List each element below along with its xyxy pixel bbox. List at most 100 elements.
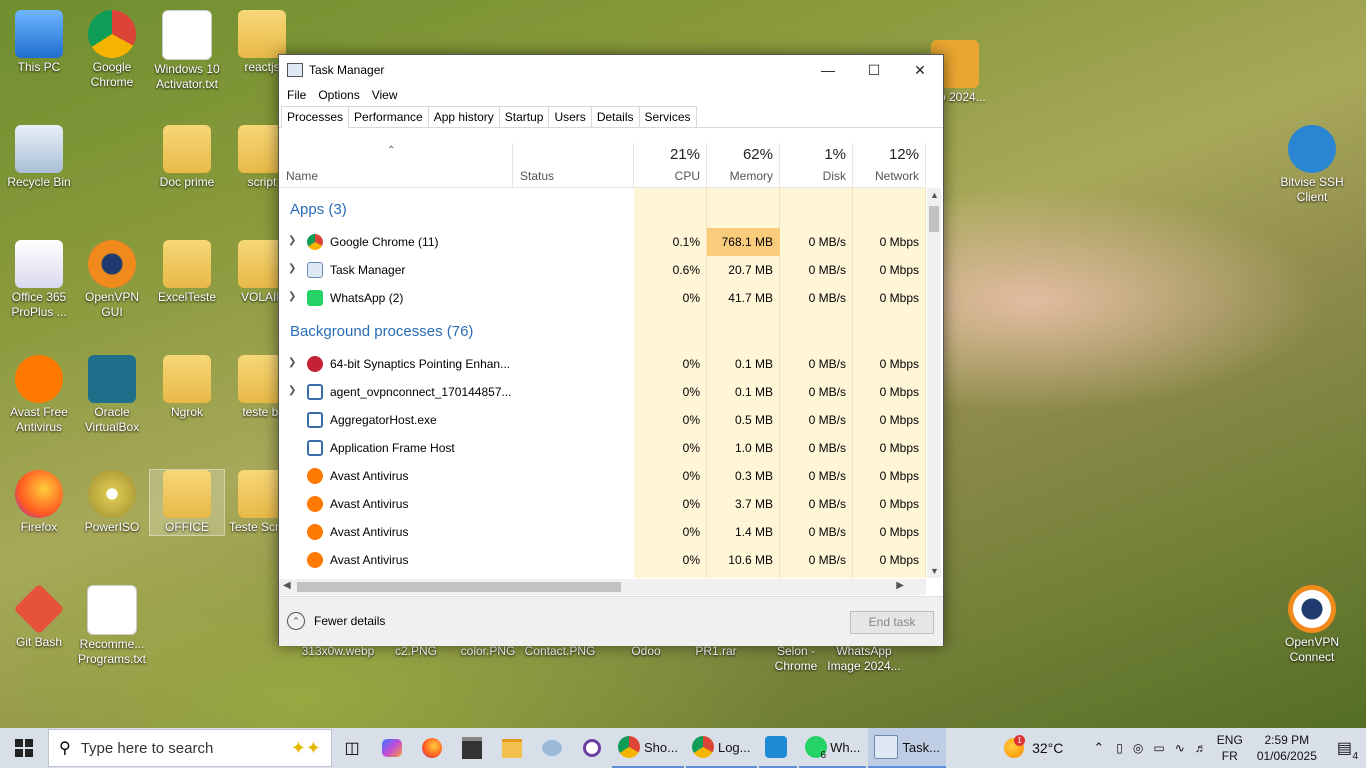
process-row[interactable]: AggregatorHost.exe 0% 0.5 MB 0 MB/s 0 Mbps <box>279 406 926 434</box>
taskbar-search[interactable]: ⚲ Type here to search ✦✦ <box>48 729 332 767</box>
tab-services[interactable]: Services <box>638 106 697 127</box>
expand-chevron-icon[interactable]: ❯ <box>288 385 296 396</box>
process-row[interactable]: Avast Antivirus 0% 1.4 MB 0 MB/s 0 Mbps <box>279 518 926 546</box>
column-status[interactable]: Status <box>513 143 634 187</box>
process-row[interactable]: ❯ Google Chrome (11) 0.1% 768.1 MB 0 MB/s 0 M… <box>279 228 926 256</box>
desktop-icon-label: OpenVPN Connect <box>1284 635 1340 664</box>
tab-performance[interactable]: Performance <box>348 106 429 127</box>
expand-chevron-icon[interactable]: ❯ <box>288 291 296 302</box>
taskbar-app-chrome[interactable]: Log... <box>685 728 757 768</box>
column-disk[interactable]: 1% Disk <box>780 143 853 187</box>
desktop-icon-image <box>238 10 286 58</box>
taskbar-app-whatsapp[interactable]: 6 Wh... <box>798 728 867 768</box>
language-indicator[interactable]: ENG FR <box>1217 732 1243 764</box>
weather-temp[interactable]: 32°C <box>1032 740 1063 756</box>
desktop-icon-bottom-label[interactable]: WhatsApp Image 2024... <box>826 644 902 674</box>
column-network[interactable]: 12% Network <box>853 143 926 187</box>
desktop-icon-bottom-label[interactable]: PR1.rar <box>678 644 754 659</box>
horizontal-scrollbar[interactable]: ◀ ▶ <box>279 579 926 595</box>
horizontal-scroll-thumb[interactable] <box>297 582 621 592</box>
chevron-up-icon[interactable]: ⌃ <box>1093 740 1104 756</box>
tab-processes[interactable]: Processes <box>281 106 350 128</box>
desktop-icon-office-365-proplus[interactable]: Office 365 ProPlus ... <box>2 240 76 320</box>
notification-icon[interactable]: ▤ 4 <box>1337 738 1358 762</box>
paint-icon[interactable] <box>532 728 572 768</box>
copilot-icon[interactable] <box>372 728 412 768</box>
expand-chevron-icon[interactable]: ❯ <box>288 235 296 246</box>
meet-icon[interactable]: ◎ <box>1133 741 1143 755</box>
desktop-icon-windows-10-activator-txt[interactable]: Windows 10 Activator.txt <box>150 10 224 92</box>
desktop-icon-poweriso[interactable]: PowerISO <box>75 470 149 535</box>
scroll-down-icon[interactable]: ▼ <box>930 566 939 576</box>
scroll-right-icon[interactable]: ▶ <box>896 580 904 591</box>
battery-icon[interactable]: ▭ <box>1153 741 1164 755</box>
tab-details[interactable]: Details <box>590 106 640 127</box>
maximize-button[interactable]: ☐ <box>851 55 897 85</box>
tab-app-history[interactable]: App history <box>427 106 500 127</box>
clapper-icon[interactable] <box>452 728 492 768</box>
desktop-icon-recycle-bin[interactable]: Recycle Bin <box>2 125 76 190</box>
scroll-left-icon[interactable]: ◀ <box>283 580 291 591</box>
speaker-icon[interactable]: ♬ <box>1195 741 1207 755</box>
scroll-up-icon[interactable]: ▲ <box>930 190 939 200</box>
tab-users[interactable]: Users <box>548 106 592 127</box>
desktop-icon-ngrok[interactable]: Ngrok <box>150 355 224 420</box>
tablet-icon[interactable]: ▯ <box>1116 741 1123 755</box>
vertical-scroll-thumb[interactable] <box>929 206 939 232</box>
tab-startup[interactable]: Startup <box>498 106 550 127</box>
desktop-icon-google-chrome[interactable]: Google Chrome <box>75 10 149 90</box>
close-button[interactable]: ✕ <box>897 55 943 85</box>
column-cpu[interactable]: 21% CPU <box>634 143 707 187</box>
desktop-icon-openvpn-gui[interactable]: OpenVPN GUI <box>75 240 149 320</box>
taskbar-app-chrome[interactable]: Sho... <box>612 728 684 768</box>
process-row[interactable]: ❯ agent_ovpnconnect_170144857... 0% 0.1 MB 0… <box>279 378 926 406</box>
process-row[interactable]: Application Frame Host 0% 1.0 MB 0 MB/s 0 Mb… <box>279 434 926 462</box>
task-view-icon[interactable]: ◫ <box>332 728 372 768</box>
menu-view[interactable]: View <box>366 88 404 102</box>
process-row[interactable]: ❯ Task Manager 0.6% 20.7 MB 0 MB/s 0 Mbps <box>279 256 926 284</box>
desktop-icon-bottom-label[interactable]: color.PNG <box>450 644 526 659</box>
desktop-icon-recomme-programs-txt[interactable]: Recomme... Programs.txt <box>75 585 149 667</box>
desktop-icon-bottom-label[interactable]: c2.PNG <box>378 644 454 659</box>
file-explorer-icon[interactable] <box>492 728 532 768</box>
menu-options[interactable]: Options <box>312 88 365 102</box>
desktop-icon-office[interactable]: OFFICE <box>149 469 225 536</box>
desktop-icon-doc-prime[interactable]: Doc prime <box>150 125 224 190</box>
title-bar[interactable]: Task Manager — ☐ ✕ <box>279 55 943 85</box>
process-row[interactable]: ❯ 64-bit Synaptics Pointing Enhan... 0% 0.1… <box>279 350 926 378</box>
clock[interactable]: 2:59 PM 01/06/2025 <box>1257 732 1317 764</box>
firefox-taskbar-icon[interactable] <box>412 728 452 768</box>
desktop-icon-bottom-label[interactable]: Contact.PNG <box>522 644 598 659</box>
desktop-icon-this-pc[interactable]: This PC <box>2 10 76 75</box>
desktop-icon-bitvise-ssh-client[interactable]: Bitvise SSH Client <box>1275 125 1349 205</box>
weather-icon[interactable]: 1 <box>1004 735 1026 758</box>
column-memory[interactable]: 62% Memory <box>707 143 780 187</box>
vertical-scrollbar[interactable]: ▲ ▼ <box>927 188 941 578</box>
process-row[interactable]: ❯ WhatsApp (2) 0% 41.7 MB 0 MB/s 0 Mbps <box>279 284 926 312</box>
menu-file[interactable]: File <box>281 88 312 102</box>
expand-chevron-icon[interactable]: ❯ <box>288 357 296 368</box>
start-button[interactable] <box>0 728 48 768</box>
desktop-icon-bottom-label[interactable]: 313x0w.webp <box>300 644 376 659</box>
process-row[interactable]: Avast Antivirus 0% 10.6 MB 0 MB/s 0 Mbps <box>279 546 926 574</box>
desktop-icon-oracle-virtualbox[interactable]: Oracle VirtualBox <box>75 355 149 435</box>
obs-icon[interactable] <box>572 728 612 768</box>
process-row[interactable]: Avast Antivirus 0% 3.7 MB 0 MB/s 0 Mbps <box>279 490 926 518</box>
taskbar-app-vscode[interactable] <box>758 728 797 768</box>
desktop-icon-bottom-label[interactable]: Selon - Chrome <box>758 644 834 674</box>
desktop-icon-image <box>163 470 211 518</box>
column-name[interactable]: ⌃ Name <box>279 143 513 187</box>
taskbar-app-task-manager[interactable]: Task... <box>868 728 946 768</box>
minimize-button[interactable]: — <box>805 55 851 85</box>
desktop-icon-avast-free-antivirus[interactable]: Avast Free Antivirus <box>2 355 76 435</box>
desktop-icon-git-bash[interactable]: Git Bash <box>2 583 76 650</box>
expand-chevron-icon[interactable]: ❯ <box>288 263 296 274</box>
fewer-details-button[interactable]: ⌃ Fewer details <box>287 612 385 630</box>
process-row[interactable]: Avast Antivirus 0% 0.3 MB 0 MB/s 0 Mbps <box>279 462 926 490</box>
desktop-icon-excelteste[interactable]: ExcelTeste <box>150 240 224 305</box>
desktop-icon-bottom-label[interactable]: Odoo <box>608 644 684 659</box>
desktop-icon-openvpn-connect[interactable]: OpenVPN Connect <box>1275 585 1349 665</box>
wifi-icon[interactable]: ∿ <box>1175 741 1185 755</box>
desktop-icon-firefox[interactable]: Firefox <box>2 470 76 535</box>
end-task-button[interactable]: End task <box>850 611 934 634</box>
